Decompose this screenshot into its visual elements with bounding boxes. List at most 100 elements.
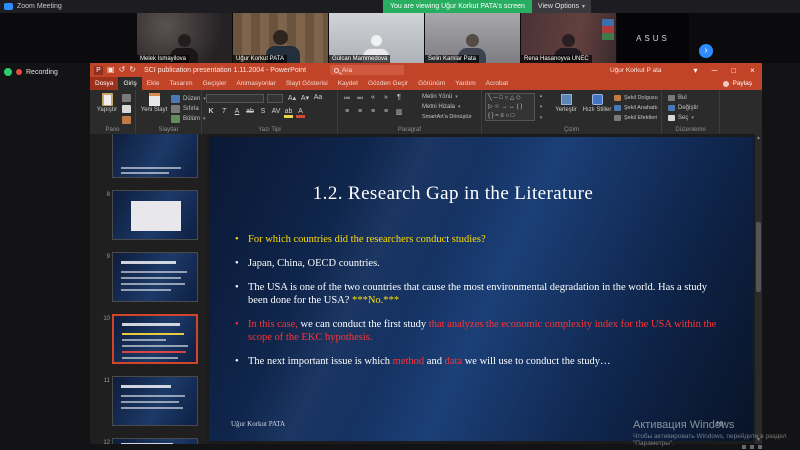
numbering-icon[interactable]: ≕ [355,94,365,102]
video-tile-participant-2[interactable]: Uğur Korkut PATA [233,13,328,63]
tab-acrobat[interactable]: Acrobat [481,77,513,90]
font-name-box[interactable] [206,94,264,103]
tab-gecisler[interactable]: Geçişler [198,77,232,90]
section-label: Bölüm [183,116,200,122]
slide-thumbnail-panel[interactable]: 7 8 9 10 [90,134,207,444]
text-direction-button[interactable]: Metin Yönü ▾ [422,94,458,100]
tab-animasyonlar[interactable]: Animasyonlar [231,77,280,90]
reset-label: Sıfırla [183,106,199,112]
shape-effects-button[interactable]: Şekil Efektleri [614,115,657,121]
reset-button[interactable]: Sıfırla [171,105,199,113]
new-slide-button[interactable]: Yeni Slayt [138,93,170,113]
undo-icon[interactable]: ↺ [119,65,126,75]
scrollbar-thumb[interactable] [756,222,761,292]
zoom-top-bar: Zoom Meeting You are viewing Uğur Korkut… [0,0,800,13]
slide-thumbnail[interactable] [112,438,198,444]
grow-font-icon[interactable]: A▴ [287,94,297,102]
underline-icon[interactable]: A [232,108,242,118]
search-input[interactable] [342,67,430,74]
align-left-icon[interactable]: ≡ [342,108,352,116]
convert-smartart-button[interactable]: SmartArt'a Dönüştür [422,114,472,120]
character-spacing-icon[interactable]: AV [271,108,281,118]
clear-formatting-icon[interactable]: Aa [313,94,323,102]
video-tile-participant-6[interactable]: ASUS [617,13,689,63]
tab-gorunum[interactable]: Görünüm [413,77,450,90]
ribbon-display-options-icon[interactable]: ▾ [686,63,705,77]
align-center-icon[interactable]: ≡ [355,108,365,116]
bullets-icon[interactable]: ≔ [342,94,352,102]
copy-icon[interactable] [122,105,131,113]
video-tile-participant-1[interactable]: Melek Ismayilova [137,13,232,63]
line-spacing-icon[interactable]: ¶ [394,94,404,102]
tab-dosya[interactable]: Dosya [90,77,118,90]
scroll-down-icon[interactable]: ▾ [540,104,543,110]
shape-fill-button[interactable]: Şekil Dolgusu [614,95,658,101]
gallery-more-icon[interactable]: ▾ [540,115,543,121]
next-participants-button[interactable]: › [699,44,713,58]
arrange-icon [561,94,572,105]
font-size-box[interactable] [267,94,283,103]
shape-outline-button[interactable]: Şekil Anahattı [614,105,658,111]
slide-canvas[interactable]: 1.2. Research Gap in the Literature For … [209,137,753,441]
slide-thumbnail-selected[interactable] [112,314,198,364]
redo-icon[interactable]: ↻ [129,65,136,75]
tab-ekle[interactable]: Ekle [142,77,165,90]
scroll-up-icon[interactable]: ▲ [755,135,762,141]
close-button[interactable]: × [743,63,762,77]
save-icon[interactable]: ▣ [107,65,115,75]
video-tile-participant-5[interactable]: Rena Hasanoyva UNEC [521,13,616,63]
strikethrough-icon[interactable]: ab [245,108,255,118]
bold-icon[interactable]: K [206,108,216,118]
maximize-button[interactable]: □ [724,63,743,77]
minimize-button[interactable]: ─ [705,63,724,77]
scroll-up-icon[interactable]: ▴ [540,93,543,99]
slide-thumbnail[interactable] [112,376,198,426]
columns-icon[interactable]: ▥ [394,108,404,116]
shapes-gallery[interactable]: ╲ ─ □ ○ △ ◇ ▷ ☆ → ↔ ( ) { } ≈ ≡ ○ □ [485,93,535,121]
cut-icon[interactable] [122,94,131,102]
search-box[interactable] [330,65,404,75]
replace-button[interactable]: Değiştir [668,105,698,111]
video-tile-participant-3[interactable]: Gülcan Mammedova [329,13,424,63]
video-tile-participant-4[interactable]: Selin Karlılar Pata [425,13,520,63]
justify-icon[interactable]: ≡ [381,108,391,116]
format-painter-icon[interactable] [122,116,131,124]
vertical-scrollbar[interactable]: ▲ ▼ [755,134,762,444]
align-text-button[interactable]: Metni Hizala ▾ [422,104,461,110]
tab-kaydet[interactable]: Kaydet [333,77,363,90]
account-name[interactable]: Uğur Korkut P ata [610,63,662,77]
ribbon-group-slides: Yeni Slayt Düzen ▾ Sıfırla Bölüm ▾ Slayt… [136,90,202,134]
shapes-gallery-scroll[interactable]: ▴ ▾ ▾ [537,93,545,121]
powerpoint-titlebar[interactable]: P ▣ ↺ ↻ SCI publication presentation 1.1… [90,63,762,77]
view-options-button[interactable]: View Options ▾ [532,0,591,13]
tab-yardim[interactable]: Yardım [450,77,480,90]
text-segment: we can conduct the first study [301,319,429,330]
find-button[interactable]: Bul [668,95,687,101]
slide-thumbnail[interactable] [112,190,198,240]
ribbon: Yapıştır Pano Yeni Slayt Düzen [90,90,762,134]
italic-icon[interactable]: T [219,108,229,118]
share-button[interactable]: Paylaş [717,78,758,89]
text-segment: The next important issue is which [248,356,393,367]
arrange-label: Yerleştir [555,107,576,113]
font-color-icon[interactable]: A [296,108,305,118]
quick-styles-button[interactable]: Hızlı Stiller [582,94,612,113]
slide-thumbnail[interactable] [112,252,198,302]
tab-gozden-gecir[interactable]: Gözden Geçir [363,77,413,90]
layout-button[interactable]: Düzen ▾ [171,95,206,103]
tab-slayt-gosterisi[interactable]: Slayt Gösterisi [281,77,333,90]
align-right-icon[interactable]: ≡ [368,108,378,116]
highlight-color-icon[interactable]: ab [284,108,293,118]
arrange-button[interactable]: Yerleştir [552,94,580,113]
tab-tasarim[interactable]: Tasarım [164,77,197,90]
decrease-indent-icon[interactable]: « [368,94,378,102]
shrink-font-icon[interactable]: A▾ [300,94,310,102]
text-shadow-icon[interactable]: S [258,108,268,118]
increase-indent-icon[interactable]: » [381,94,391,102]
slide-thumbnail[interactable] [112,134,198,178]
tab-giris[interactable]: Giriş [118,77,141,90]
paste-button[interactable]: Yapıştır [94,93,120,113]
select-button[interactable]: Seç ▾ [668,115,694,121]
section-button[interactable]: Bölüm ▾ [171,115,206,123]
slide-editing-area[interactable]: 1.2. Research Gap in the Literature For … [207,134,755,444]
